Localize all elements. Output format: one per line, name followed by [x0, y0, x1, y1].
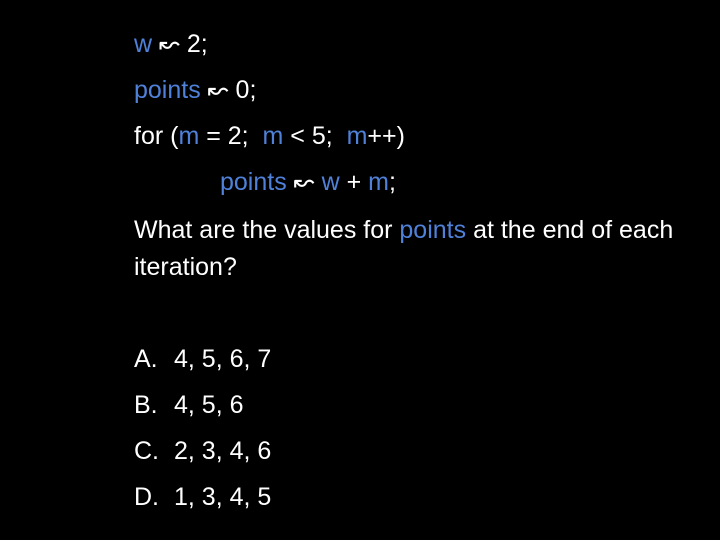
- code-text: < 5;: [283, 122, 347, 150]
- variable-w: w: [134, 30, 153, 58]
- variable-m: m: [368, 168, 389, 196]
- variable-points: points: [399, 216, 467, 244]
- answer-option-d[interactable]: D. 1, 3, 4, 5: [134, 482, 271, 512]
- code-text: ++): [367, 122, 405, 150]
- code-line-loop-body: points ↜ w + m;: [220, 167, 396, 197]
- question-text: What are the values for points at the en…: [134, 212, 694, 286]
- code-line-for-loop: for (m = 2; m < 5; m++): [134, 121, 405, 151]
- slide: w ↜ 2; points ↜ 0; for (m = 2; m < 5; m+…: [0, 0, 720, 540]
- option-text: 1, 3, 4, 5: [174, 483, 272, 511]
- option-letter: D.: [134, 483, 159, 511]
- code-text: ↜: [286, 168, 322, 196]
- code-text: ↜ 0;: [200, 76, 257, 104]
- code-text: +: [339, 168, 369, 196]
- variable-m: m: [346, 122, 368, 150]
- code-line-w-init: w ↜ 2;: [134, 29, 208, 59]
- code-text: for (: [134, 122, 179, 150]
- code-text: ;: [388, 168, 396, 196]
- code-text: = 2;: [199, 122, 263, 150]
- variable-w: w: [321, 168, 340, 196]
- variable-points: points: [134, 76, 201, 104]
- option-text: 4, 5, 6: [174, 391, 244, 419]
- answer-option-b[interactable]: B. 4, 5, 6: [134, 390, 244, 420]
- option-letter: A.: [134, 345, 158, 373]
- option-text: 4, 5, 6, 7: [174, 345, 272, 373]
- option-letter: C.: [134, 437, 159, 465]
- answer-option-a[interactable]: A. 4, 5, 6, 7: [134, 344, 271, 374]
- variable-points: points: [220, 168, 287, 196]
- variable-m: m: [262, 122, 284, 150]
- option-text: 2, 3, 4, 6: [174, 437, 272, 465]
- code-line-points-init: points ↜ 0;: [134, 75, 256, 105]
- question-part: What are the values for: [134, 216, 400, 244]
- variable-m: m: [178, 122, 200, 150]
- answer-option-c[interactable]: C. 2, 3, 4, 6: [134, 436, 271, 466]
- code-text: ↜ 2;: [152, 30, 208, 58]
- option-letter: B.: [134, 391, 158, 419]
